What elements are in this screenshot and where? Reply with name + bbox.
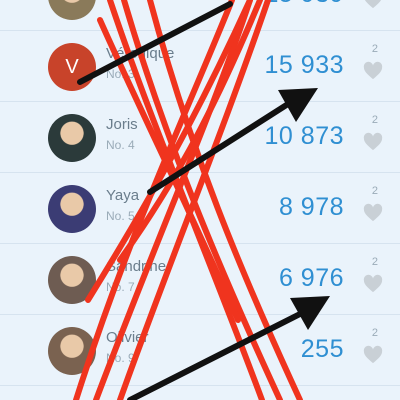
avatar-letter: V xyxy=(65,55,79,78)
player-name: Yaya xyxy=(106,187,140,204)
avatar[interactable] xyxy=(48,0,96,20)
player-name: Sandrine xyxy=(106,258,167,275)
leaderboard-row[interactable]: Sandrine No. 7 6 976 2 xyxy=(0,244,400,315)
avatar[interactable]: V xyxy=(48,43,96,91)
leaderboard-row[interactable]: Yaya No. 5 8 978 2 xyxy=(0,173,400,244)
avatar[interactable] xyxy=(48,114,96,162)
heart-icon[interactable] xyxy=(362,274,384,294)
player-name: Véronique xyxy=(106,45,175,62)
heart-icon[interactable] xyxy=(362,203,384,223)
player-name: Olivier xyxy=(106,329,149,346)
leaderboard-list: 15 9392VVéroniqueNo. 315 9332JorisNo. 41… xyxy=(0,0,400,400)
heart-icon[interactable] xyxy=(362,132,384,152)
player-score: 6 976 xyxy=(278,264,344,292)
avatar[interactable] xyxy=(48,256,96,304)
like-count: 2 xyxy=(371,327,378,339)
heart-icon[interactable] xyxy=(362,345,384,365)
player-rank: No. 7 xyxy=(106,280,135,294)
player-rank: No. 9 xyxy=(106,351,135,365)
player-score: 8 978 xyxy=(278,193,344,221)
avatar[interactable] xyxy=(48,327,96,375)
player-score: 15 939 xyxy=(265,0,344,9)
like-count: 2 xyxy=(371,185,378,197)
player-score: 15 933 xyxy=(264,51,344,79)
like-count: 2 xyxy=(371,43,378,55)
player-score: 255 xyxy=(300,335,344,363)
avatar[interactable] xyxy=(48,185,96,233)
leaderboard-row[interactable]: Olivier No. 9 255 2 xyxy=(0,315,400,386)
player-rank: No. 4 xyxy=(106,138,135,152)
like-count: 2 xyxy=(371,256,378,268)
like-count: 2 xyxy=(371,114,378,126)
player-rank: No. 5 xyxy=(106,209,135,223)
leaderboard-row[interactable]: Joris No. 4 10 873 2 xyxy=(0,102,400,173)
player-score: 10 873 xyxy=(264,122,344,150)
player-rank: No. 3 xyxy=(106,67,135,81)
leaderboard-row[interactable]: V Véronique No. 3 15 933 2 xyxy=(0,31,400,102)
heart-icon[interactable] xyxy=(362,0,384,10)
leaderboard-row[interactable]: 15 9392 xyxy=(0,0,400,31)
player-name: Joris xyxy=(106,116,138,133)
heart-icon[interactable] xyxy=(362,61,384,81)
